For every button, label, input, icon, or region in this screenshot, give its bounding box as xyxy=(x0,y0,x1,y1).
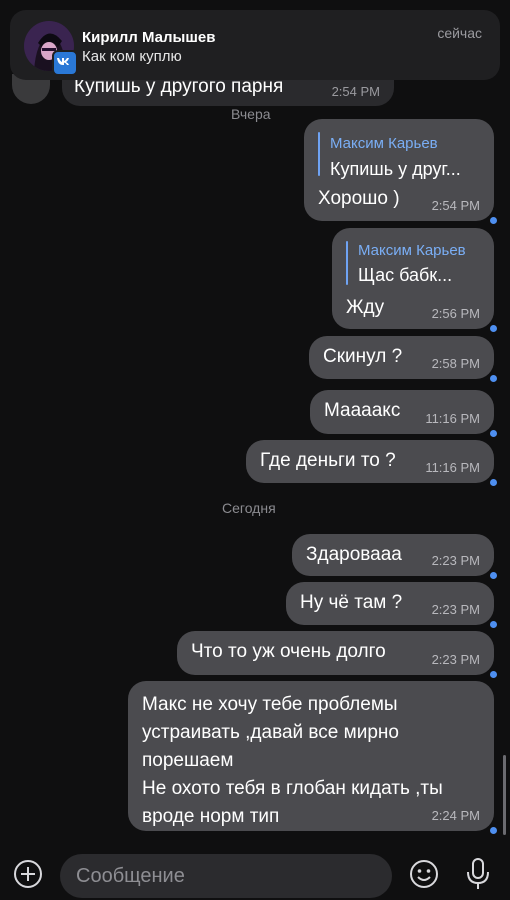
message-time: 2:54 PM xyxy=(431,198,480,213)
outgoing-message[interactable]: Макс не хочу тебе проблемы устраивать ,д… xyxy=(128,681,497,834)
message-input[interactable]: Сообщение xyxy=(60,854,392,898)
notification-message: Как ком куплю xyxy=(82,48,182,65)
message-time: 11:16 PM xyxy=(425,460,480,475)
outgoing-message[interactable]: Маааакс 11:16 PM xyxy=(310,390,497,437)
unread-indicator xyxy=(490,217,497,224)
message-text: Скинул ? xyxy=(323,346,403,367)
reply-quote-text: Щас бабк... xyxy=(358,265,453,285)
unread-indicator xyxy=(490,827,497,834)
outgoing-reply-message[interactable]: Максим Карьев Щас бабк... Жду 2:56 PM xyxy=(332,228,497,332)
message-text: Где деньги то ? xyxy=(260,450,396,471)
chat-history[interactable]: Купишь у другого парня 2:54 PM Вчера Мак… xyxy=(0,0,510,900)
outgoing-message[interactable]: Здаровааа 2:23 PM xyxy=(292,534,497,579)
notification-time: сейчас xyxy=(437,25,482,41)
message-text: Хорошо ) xyxy=(318,188,400,209)
date-separator-yesterday: Вчера xyxy=(231,106,271,122)
reply-quote-bar xyxy=(346,241,348,285)
message-time: 2:58 PM xyxy=(431,356,480,371)
message-text: Жду xyxy=(346,297,385,318)
unread-indicator xyxy=(490,671,497,678)
outgoing-reply-message[interactable]: Максим Карьев Купишь у друг... Хорошо ) … xyxy=(304,119,497,224)
message-time: 2:23 PM xyxy=(431,602,480,617)
microphone-icon[interactable] xyxy=(464,857,492,891)
message-input-bar: Сообщение xyxy=(0,845,510,900)
message-time: 2:56 PM xyxy=(431,306,480,321)
message-input-placeholder: Сообщение xyxy=(76,865,185,887)
outgoing-message[interactable]: Скинул ? 2:58 PM xyxy=(309,336,497,382)
notification-sender: Кирилл Малышев xyxy=(82,29,216,46)
unread-indicator xyxy=(490,430,497,437)
unread-indicator xyxy=(490,621,497,628)
vk-logo-icon xyxy=(52,50,78,76)
message-time: 2:23 PM xyxy=(431,652,480,667)
push-notification[interactable]: Кирилл Малышев Как ком куплю сейчас xyxy=(10,10,500,80)
message-text: Что то уж очень долго xyxy=(191,641,386,662)
date-separator-today: Сегодня xyxy=(222,500,276,516)
reply-author: Максим Карьев xyxy=(330,135,438,152)
unread-indicator xyxy=(490,572,497,579)
message-time: 2:54 PM xyxy=(331,84,380,99)
message-text: Ну чё там ? xyxy=(300,592,403,613)
outgoing-message[interactable]: Ну чё там ? 2:23 PM xyxy=(286,582,497,628)
outgoing-message[interactable]: Что то уж очень долго 2:23 PM xyxy=(177,631,497,678)
unread-indicator xyxy=(490,375,497,382)
reply-quote-text: Купишь у друг... xyxy=(330,159,461,179)
unread-indicator xyxy=(490,325,497,332)
unread-indicator xyxy=(490,479,497,486)
scrollbar[interactable] xyxy=(503,755,506,835)
message-time: 2:24 PM xyxy=(431,808,480,823)
message-time: 11:16 PM xyxy=(425,411,480,426)
message-time: 2:23 PM xyxy=(431,553,480,568)
reply-author: Максим Карьев xyxy=(358,242,466,259)
smile-icon[interactable] xyxy=(409,859,439,889)
reply-quote-bar xyxy=(318,132,320,176)
message-text: Маааакс xyxy=(324,400,401,421)
outgoing-message[interactable]: Где деньги то ? 11:16 PM xyxy=(246,440,497,486)
plus-circle-icon[interactable] xyxy=(13,859,43,889)
message-text: Здаровааа xyxy=(306,544,402,565)
